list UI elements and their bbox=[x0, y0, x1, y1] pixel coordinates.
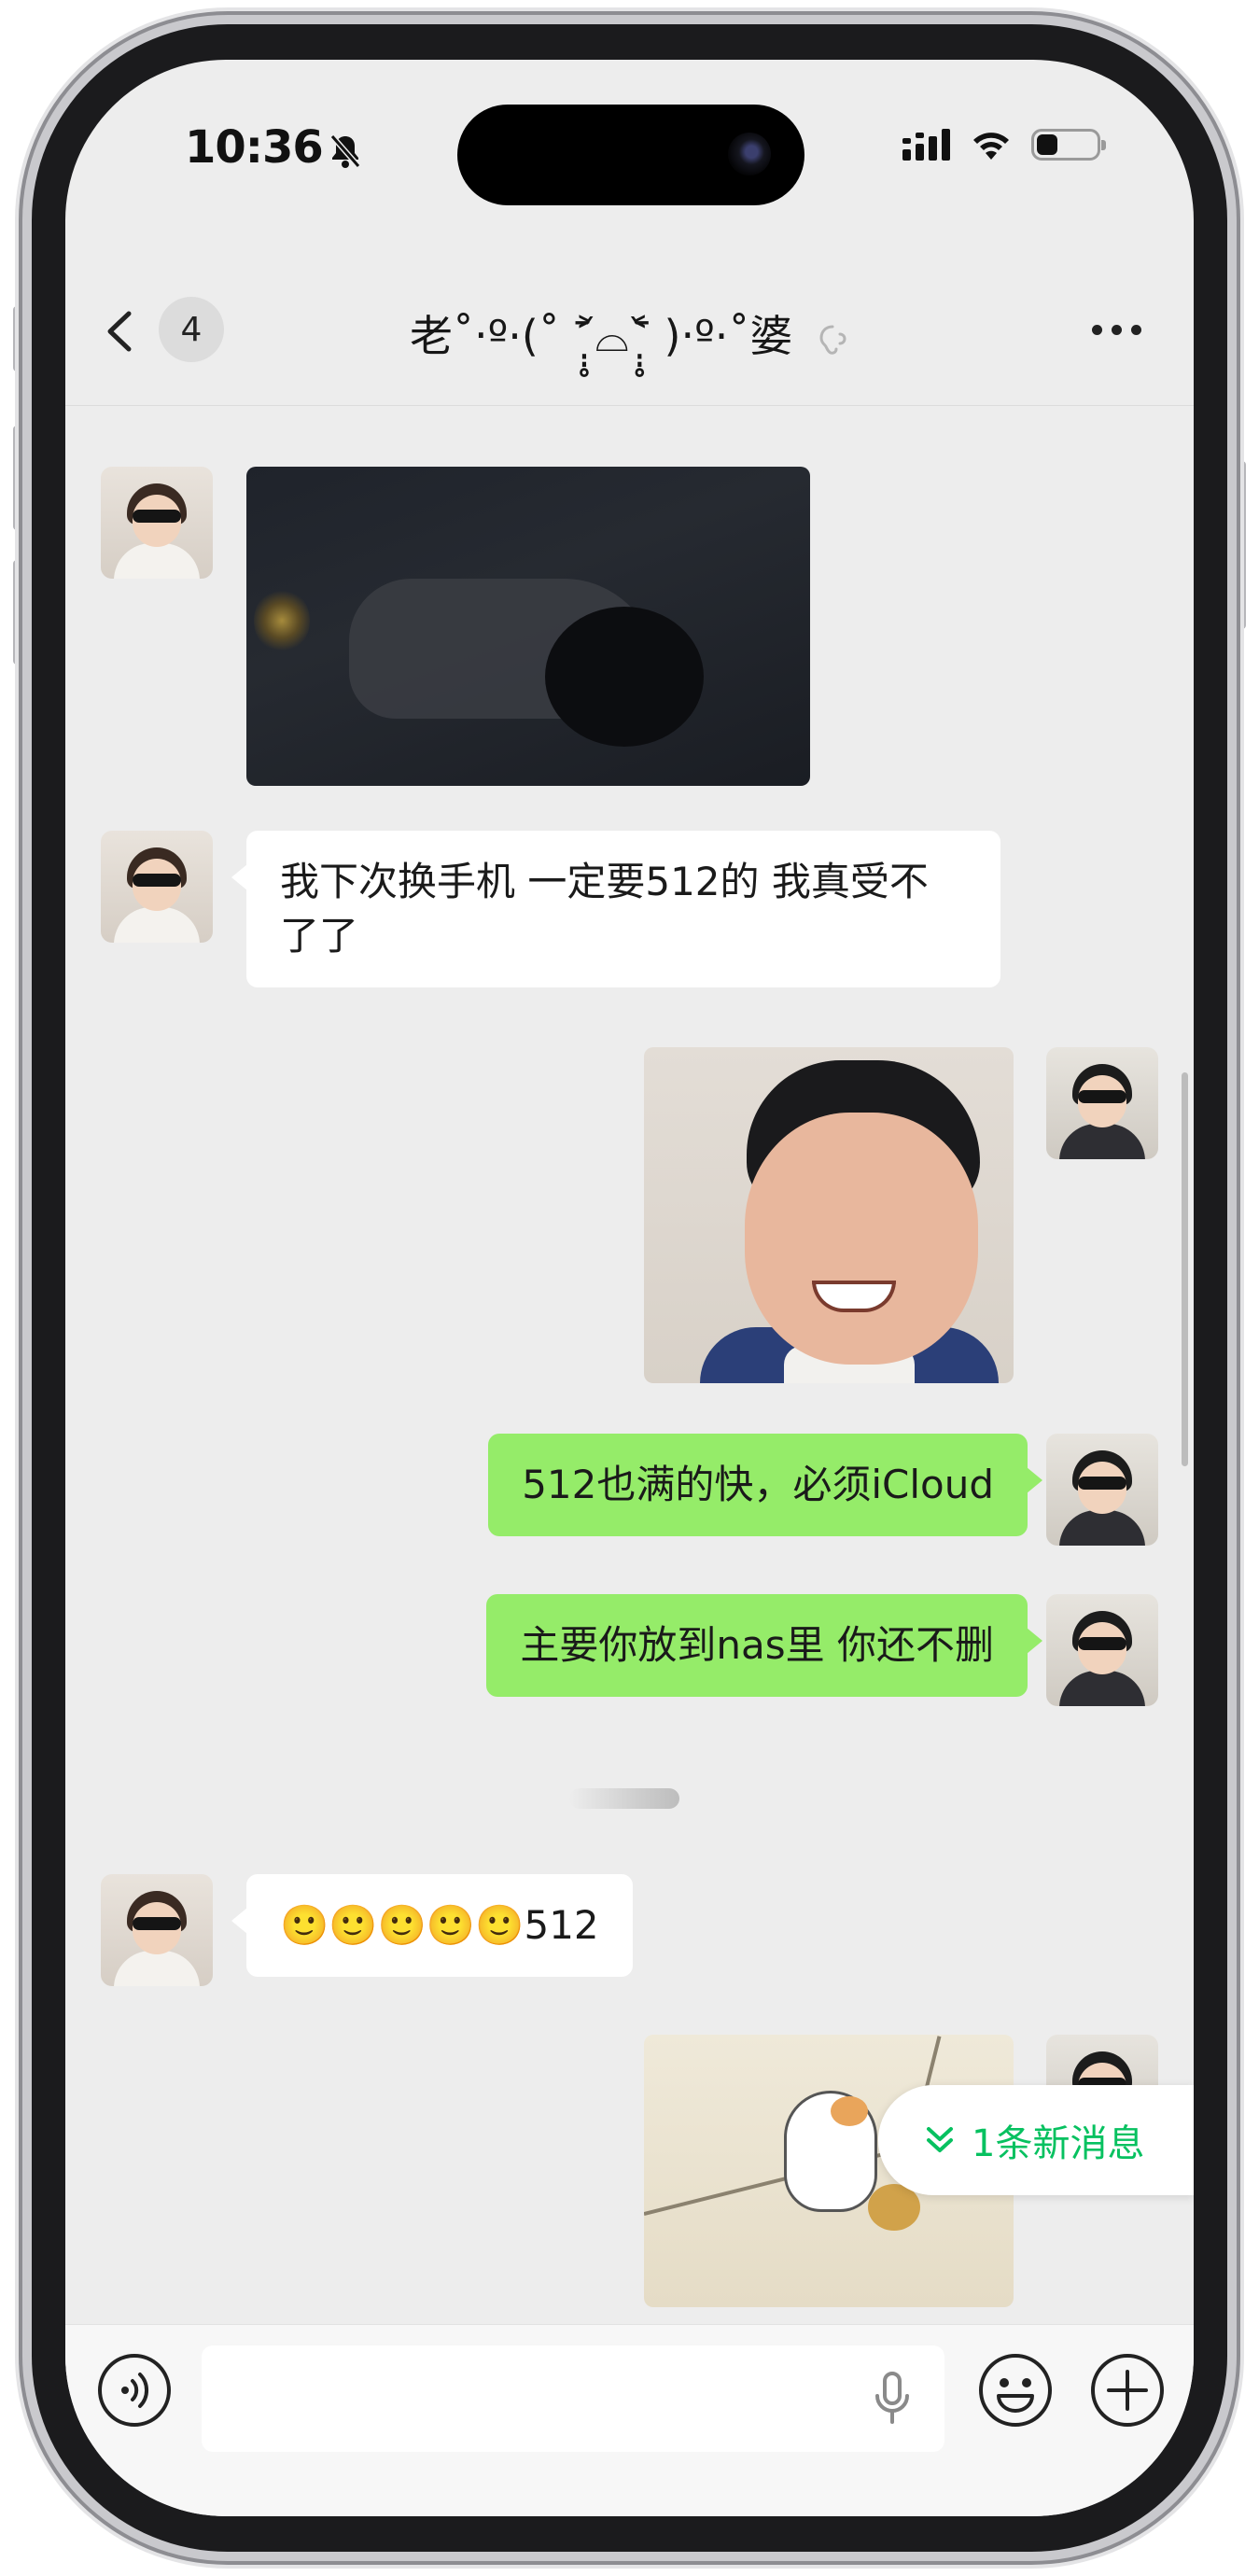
my-avatar[interactable] bbox=[1046, 1594, 1158, 1706]
battery-nub bbox=[1101, 140, 1106, 150]
contact-avatar[interactable] bbox=[101, 1874, 213, 1986]
status-time: 10:36 bbox=[185, 121, 324, 174]
mic-icon[interactable] bbox=[874, 2372, 911, 2426]
text-message[interactable]: 🙂🙂🙂🙂🙂512 bbox=[231, 1874, 633, 1977]
avatar-glasses bbox=[1078, 1477, 1126, 1490]
chat-header: 4 老˚‧º·(˚ ˃̣̣̥᷄⌓˂̣̣̥᷅ )‧º·˚婆 bbox=[65, 256, 1194, 406]
message-input[interactable] bbox=[202, 2345, 944, 2452]
avatar-body bbox=[114, 1951, 200, 1986]
text-message[interactable]: 512也满的快，必须iCloud bbox=[488, 1434, 1042, 1536]
contact-avatar[interactable] bbox=[101, 467, 213, 579]
more-dot bbox=[1131, 325, 1141, 335]
image-detail bbox=[545, 607, 704, 747]
input-toolbar bbox=[65, 2324, 1194, 2516]
text-message[interactable]: 我下次换手机 一定要512的 我真受不了了 bbox=[231, 831, 1000, 987]
avatar-body bbox=[1059, 1510, 1145, 1546]
chat-title[interactable]: 老˚‧º·(˚ ˃̣̣̥᷄⌓˂̣̣̥᷅ )‧º·˚婆 bbox=[65, 302, 1194, 364]
action-button[interactable] bbox=[13, 306, 22, 371]
image-message[interactable] bbox=[246, 467, 810, 786]
double-chevron-down-icon bbox=[927, 2127, 953, 2152]
new-message-label: 1条新消息 bbox=[972, 2122, 1145, 2165]
bell-slash-icon bbox=[329, 134, 361, 168]
avatar-glasses bbox=[133, 510, 181, 523]
volume-up-button[interactable] bbox=[13, 426, 22, 530]
avatar-glasses bbox=[133, 1917, 181, 1930]
contact-avatar[interactable] bbox=[101, 831, 213, 943]
new-message-tip[interactable]: 1条新消息 bbox=[878, 2085, 1194, 2195]
front-camera bbox=[728, 133, 771, 175]
image-detail bbox=[254, 588, 310, 653]
power-button[interactable] bbox=[1237, 461, 1246, 629]
text-message[interactable]: 主要你放到nas里 你还不删 bbox=[486, 1594, 1042, 1697]
battery-icon bbox=[1031, 129, 1106, 161]
avatar-glasses bbox=[133, 874, 181, 887]
more-icon[interactable] bbox=[1092, 325, 1141, 335]
wifi-icon bbox=[973, 133, 1009, 160]
message-list[interactable]: 我下次换手机 一定要512的 我真受不了了 512也满的快，必须iCloud 主… bbox=[65, 407, 1194, 2348]
chat-title-text: 老˚‧º·(˚ ˃̣̣̥᷄⌓˂̣̣̥᷅ )‧º·˚婆 bbox=[410, 311, 793, 361]
status-indicators bbox=[902, 129, 1106, 161]
time-divider bbox=[569, 1788, 679, 1809]
more-dot bbox=[1112, 325, 1122, 335]
sticker-detail bbox=[831, 2096, 868, 2126]
avatar-glasses bbox=[1078, 1637, 1126, 1650]
emoji-icon[interactable] bbox=[976, 2351, 1055, 2429]
avatar-body bbox=[114, 907, 200, 943]
avatar-glasses bbox=[1078, 1090, 1126, 1103]
image-detail bbox=[745, 1113, 978, 1365]
dynamic-island bbox=[457, 105, 804, 205]
avatar-body bbox=[1059, 1671, 1145, 1706]
plus-icon[interactable] bbox=[1088, 2351, 1167, 2429]
my-avatar[interactable] bbox=[1046, 1434, 1158, 1546]
my-avatar[interactable] bbox=[1046, 1047, 1158, 1159]
avatar-body bbox=[1059, 1124, 1145, 1159]
signal-icon bbox=[902, 129, 950, 161]
more-dot bbox=[1092, 325, 1102, 335]
phone-screen: 10:36 4 老˚‧º·(˚ ˃̣̣̥᷄⌓˂̣̣̥᷅)‧º·˚婆 我下次换手… bbox=[65, 60, 1194, 2516]
volume-down-button[interactable] bbox=[13, 560, 22, 665]
scrollbar[interactable] bbox=[1182, 1072, 1188, 1466]
ear-icon bbox=[819, 325, 846, 355]
avatar-body bbox=[114, 543, 200, 579]
voice-icon[interactable] bbox=[95, 2351, 174, 2429]
battery-level bbox=[1037, 134, 1057, 155]
image-message[interactable] bbox=[644, 1047, 1014, 1383]
